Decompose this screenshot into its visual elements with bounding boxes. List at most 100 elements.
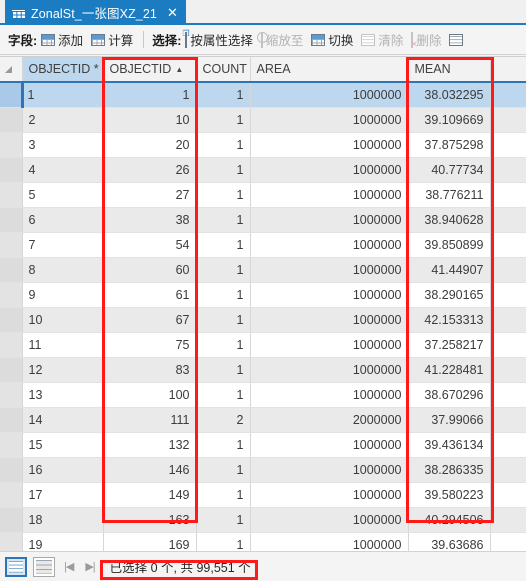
row-selector[interactable]	[0, 307, 23, 333]
row-selector[interactable]	[0, 532, 23, 551]
select-by-attribute-button[interactable]: ❐ 按属性选择	[182, 29, 253, 49]
row-selector[interactable]	[0, 257, 23, 283]
row-selector[interactable]	[0, 207, 23, 233]
cell-oid2[interactable]: 163	[103, 507, 197, 533]
cell-oid1[interactable]: 7	[22, 232, 104, 258]
cell-area[interactable]: 1000000	[250, 357, 409, 383]
tab-zonalst[interactable]: ZonalSt_一张图XZ_21 ✕	[5, 0, 186, 25]
cell-oid2[interactable]: 1	[103, 81, 197, 108]
cell-count[interactable]: 1	[196, 457, 251, 483]
cell-area[interactable]: 1000000	[250, 107, 409, 133]
row-selector[interactable]	[0, 81, 23, 108]
row-selector[interactable]	[0, 457, 23, 483]
list-view-icon[interactable]	[33, 556, 55, 577]
switch-selection-button[interactable]: 切换	[311, 30, 353, 49]
cell-mean[interactable]: 39.109669	[408, 107, 491, 133]
row-selector[interactable]	[0, 507, 23, 533]
table-row[interactable]: 13 100 1 1000000 38.670296	[0, 382, 526, 408]
row-selector[interactable]	[0, 357, 23, 383]
cell-oid2[interactable]: 83	[103, 357, 197, 383]
cell-mean[interactable]: 41.228481	[408, 357, 491, 383]
cell-count[interactable]: 1	[196, 157, 251, 183]
cell-count[interactable]: 1	[196, 482, 251, 508]
cell-oid1[interactable]: 13	[22, 382, 104, 408]
cell-mean[interactable]: 40.294506	[408, 507, 491, 533]
cell-count[interactable]: 1	[196, 207, 251, 233]
cell-oid1[interactable]: 6	[22, 207, 104, 233]
cell-mean[interactable]: 42.153313	[408, 307, 491, 333]
cell-area[interactable]: 1000000	[250, 207, 409, 233]
cell-count[interactable]: 1	[196, 507, 251, 533]
cell-mean[interactable]: 38.286335	[408, 457, 491, 483]
cell-count[interactable]: 1	[196, 382, 251, 408]
table-row[interactable]: 15 132 1 1000000 39.436134	[0, 432, 526, 458]
table-view-icon[interactable]	[5, 556, 27, 577]
cell-oid2[interactable]: 38	[103, 207, 197, 233]
cell-oid1[interactable]: 10	[22, 307, 104, 333]
cell-mean[interactable]: 38.670296	[408, 382, 491, 408]
column-header-area[interactable]: AREA	[250, 57, 409, 83]
table-row[interactable]: 14 111 2 2000000 37.99066	[0, 407, 526, 433]
cell-area[interactable]: 1000000	[250, 132, 409, 158]
cell-mean[interactable]: 38.032295	[408, 81, 491, 108]
cell-oid2[interactable]: 60	[103, 257, 197, 283]
table-row[interactable]: 12 83 1 1000000 41.228481	[0, 357, 526, 383]
row-selector[interactable]	[0, 432, 23, 458]
cell-mean[interactable]: 37.258217	[408, 332, 491, 358]
cell-count[interactable]: 1	[196, 432, 251, 458]
cell-oid1[interactable]: 14	[22, 407, 104, 433]
table-row[interactable]: 17 149 1 1000000 39.580223	[0, 482, 526, 508]
cell-area[interactable]: 1000000	[250, 382, 409, 408]
cell-area[interactable]: 1000000	[250, 81, 409, 108]
row-selector[interactable]	[0, 157, 23, 183]
cell-oid1[interactable]: 17	[22, 482, 104, 508]
cell-oid2[interactable]: 20	[103, 132, 197, 158]
cell-oid1[interactable]: 2	[22, 107, 104, 133]
cell-mean[interactable]: 40.77734	[408, 157, 491, 183]
cell-area[interactable]: 1000000	[250, 282, 409, 308]
row-selector[interactable]	[0, 382, 23, 408]
table-row[interactable]: 8 60 1 1000000 41.44907	[0, 257, 526, 283]
column-header-count[interactable]: COUNT	[196, 57, 251, 83]
column-header-mean[interactable]: MEAN	[408, 57, 491, 83]
cell-area[interactable]: 1000000	[250, 457, 409, 483]
first-record-button[interactable]: |◀	[61, 560, 76, 573]
cell-oid2[interactable]: 61	[103, 282, 197, 308]
cell-oid1[interactable]: 19	[22, 532, 104, 551]
row-selector[interactable]	[0, 407, 23, 433]
cell-oid1[interactable]: 8	[22, 257, 104, 283]
cell-area[interactable]: 2000000	[250, 407, 409, 433]
cell-area[interactable]: 1000000	[250, 332, 409, 358]
cell-oid2[interactable]: 146	[103, 457, 197, 483]
row-selector[interactable]	[0, 182, 23, 208]
row-selector[interactable]	[0, 282, 23, 308]
cell-oid2[interactable]: 27	[103, 182, 197, 208]
table-row[interactable]: 19 169 1 1000000 39.63686	[0, 532, 526, 551]
table-row[interactable]: 1 1 1 1000000 38.032295	[0, 81, 526, 108]
attribute-grid[interactable]: OBJECTID * OBJECTID ▲ COUNT AREA MEAN 1 …	[0, 56, 526, 551]
table-row[interactable]: 3 20 1 1000000 37.875298	[0, 132, 526, 158]
cell-mean[interactable]: 37.99066	[408, 407, 491, 433]
column-header-objectid-star[interactable]: OBJECTID *	[22, 57, 104, 83]
table-row[interactable]: 7 54 1 1000000 39.850899	[0, 232, 526, 258]
cell-mean[interactable]: 39.63686	[408, 532, 491, 551]
cell-oid2[interactable]: 54	[103, 232, 197, 258]
cell-oid1[interactable]: 1	[20, 81, 104, 108]
table-row[interactable]: 4 26 1 1000000 40.77734	[0, 157, 526, 183]
cell-oid1[interactable]: 18	[22, 507, 104, 533]
cell-oid2[interactable]: 67	[103, 307, 197, 333]
cell-oid2[interactable]: 132	[103, 432, 197, 458]
row-selector[interactable]	[0, 107, 23, 133]
cell-mean[interactable]: 37.875298	[408, 132, 491, 158]
cell-count[interactable]: 1	[196, 307, 251, 333]
cell-count[interactable]: 1	[196, 107, 251, 133]
column-header-objectid[interactable]: OBJECTID ▲	[103, 57, 197, 83]
row-selector[interactable]	[0, 332, 23, 358]
cell-mean[interactable]: 39.436134	[408, 432, 491, 458]
cell-count[interactable]: 1	[196, 357, 251, 383]
cell-oid1[interactable]: 4	[22, 157, 104, 183]
cell-oid1[interactable]: 11	[22, 332, 104, 358]
cell-area[interactable]: 1000000	[250, 532, 409, 551]
cell-mean[interactable]: 38.776211	[408, 182, 491, 208]
cell-area[interactable]: 1000000	[250, 232, 409, 258]
